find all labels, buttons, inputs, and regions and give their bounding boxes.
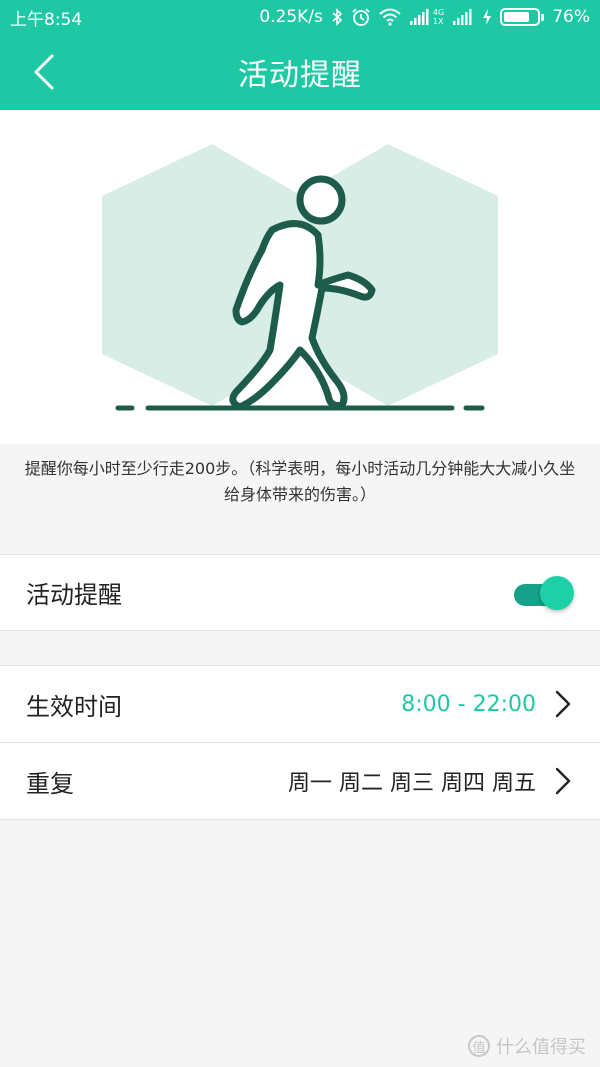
watermark: 值 什么值得买 bbox=[468, 1033, 586, 1059]
status-bar: 上午8:54 0.25K/s 4G 1X 76% bbox=[0, 0, 600, 34]
status-icons: 0.25K/s 4G 1X 76% bbox=[259, 7, 590, 27]
wifi-icon bbox=[379, 7, 401, 27]
activity-reminder-label: 活动提醒 bbox=[26, 581, 122, 609]
charging-icon bbox=[482, 7, 492, 27]
repeat-row[interactable]: 重复 周一 周二 周三 周四 周五 bbox=[0, 742, 600, 820]
repeat-value: 周一 周二 周三 周四 周五 bbox=[288, 771, 536, 796]
network-type-top: 4G bbox=[432, 8, 445, 17]
battery-icon bbox=[500, 8, 545, 26]
watermark-badge: 值 bbox=[468, 1035, 490, 1057]
effective-time-value: 8:00 - 22:00 bbox=[401, 691, 536, 717]
signal-icon: 4G 1X bbox=[409, 7, 444, 27]
status-time: 上午8:54 bbox=[10, 9, 83, 30]
chevron-right-icon bbox=[552, 689, 574, 719]
network-type-bottom: 1X bbox=[432, 17, 444, 26]
chevron-left-icon bbox=[34, 54, 54, 90]
effective-time-row[interactable]: 生效时间 8:00 - 22:00 bbox=[0, 665, 600, 742]
walking-person-illustration bbox=[102, 144, 498, 411]
page-title: 活动提醒 bbox=[238, 58, 362, 93]
activity-reminder-row: 活动提醒 bbox=[0, 554, 600, 631]
network-speed: 0.25K/s bbox=[259, 7, 323, 27]
activity-reminder-toggle[interactable] bbox=[510, 575, 574, 611]
hero-illustration bbox=[0, 110, 600, 444]
bluetooth-icon bbox=[331, 7, 343, 27]
back-button[interactable] bbox=[20, 48, 68, 96]
effective-time-label: 生效时间 bbox=[26, 692, 122, 721]
signal-icon bbox=[452, 7, 474, 27]
app-bar: 活动提醒 bbox=[0, 34, 600, 110]
watermark-text: 什么值得买 bbox=[496, 1037, 586, 1058]
reminder-description: 提醒你每小时至少行走200步。（科学表明，每小时活动几分钟能大大减小久坐给身体带… bbox=[24, 459, 576, 504]
alarm-icon bbox=[351, 7, 371, 27]
chevron-right-icon bbox=[552, 766, 574, 796]
repeat-label: 重复 bbox=[26, 769, 74, 798]
battery-percent: 76% bbox=[552, 7, 590, 27]
